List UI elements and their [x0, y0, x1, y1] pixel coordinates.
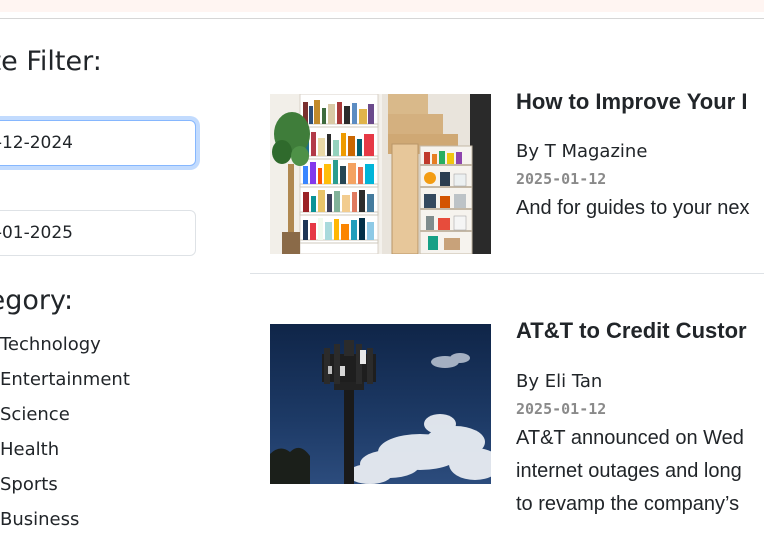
article-title[interactable]: How to Improve Your I: [516, 89, 747, 115]
filter-sidebar: ate Filter: m: tegory: Technology Entert…: [0, 0, 240, 552]
bookshelf-image: [270, 94, 491, 254]
from-date-input[interactable]: [0, 120, 196, 166]
category-health[interactable]: Health: [0, 432, 130, 467]
category-list: Technology Entertainment Science Health …: [0, 327, 130, 537]
article-description: And for guides to your nex: [516, 192, 764, 225]
article-divider: [250, 273, 764, 274]
article-thumbnail-bookshelf[interactable]: [270, 94, 491, 254]
to-date-input[interactable]: [0, 210, 196, 256]
description-line: internet outages and long: [516, 460, 742, 482]
article-list: How to Improve Your I By T Magazine 2025…: [250, 0, 764, 552]
article-author: By Eli Tan: [516, 371, 603, 392]
date-filter-title: ate Filter:: [0, 46, 102, 77]
category-science[interactable]: Science: [0, 397, 130, 432]
article-thumbnail-cell-tower[interactable]: [270, 324, 491, 484]
article-date: 2025-01-12: [516, 400, 607, 418]
category-technology[interactable]: Technology: [0, 327, 130, 362]
cell-tower-image: [270, 324, 491, 484]
description-line: And for guides to your nex: [516, 197, 750, 219]
category-business[interactable]: Business: [0, 502, 130, 537]
article-date: 2025-01-12: [516, 170, 607, 188]
description-line: AT&T announced on Wed: [516, 427, 744, 449]
article-title[interactable]: AT&T to Credit Custor: [516, 318, 747, 344]
category-sports[interactable]: Sports: [0, 467, 130, 502]
article-author: By T Magazine: [516, 141, 648, 162]
category-entertainment[interactable]: Entertainment: [0, 362, 130, 397]
category-title: tegory:: [0, 285, 74, 316]
article-description: AT&T announced on Wed internet outages a…: [516, 422, 764, 521]
description-line: to revamp the company’s: [516, 493, 740, 515]
